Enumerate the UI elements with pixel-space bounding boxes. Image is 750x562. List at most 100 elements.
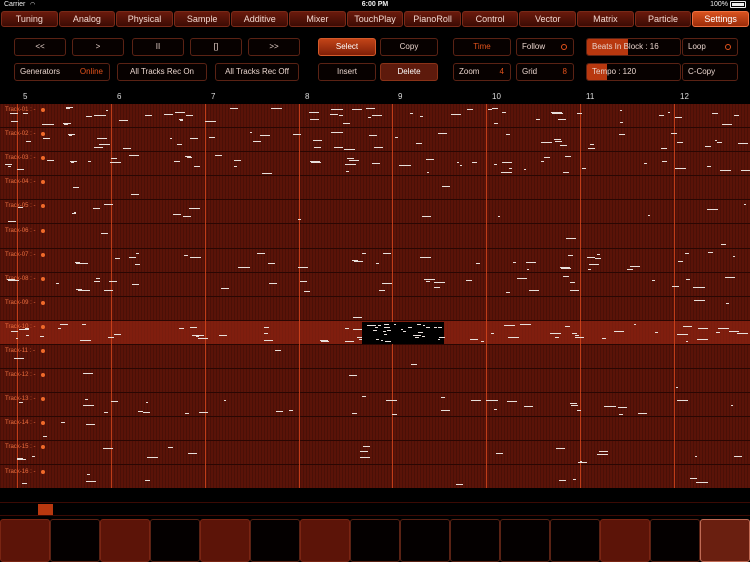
note[interactable]	[369, 135, 378, 137]
note[interactable]	[441, 409, 451, 411]
note[interactable]	[433, 327, 437, 329]
delete-button[interactable]: Delete	[380, 63, 438, 81]
note[interactable]	[276, 411, 284, 413]
note[interactable]	[338, 114, 344, 116]
note[interactable]	[13, 358, 24, 360]
note[interactable]	[694, 300, 705, 302]
note[interactable]	[494, 409, 498, 411]
note[interactable]	[523, 406, 533, 408]
note[interactable]	[582, 167, 587, 169]
note[interactable]	[274, 349, 281, 351]
note[interactable]	[223, 399, 226, 401]
note[interactable]	[371, 114, 383, 116]
note[interactable]	[260, 135, 270, 137]
note[interactable]	[47, 159, 54, 161]
note[interactable]	[205, 120, 216, 122]
note[interactable]	[423, 325, 426, 326]
note[interactable]	[73, 212, 76, 214]
note[interactable]	[501, 172, 512, 174]
note[interactable]	[189, 326, 197, 328]
track-row[interactable]: Track-15 : -	[0, 441, 750, 466]
note[interactable]	[523, 168, 527, 170]
track-row[interactable]: Track-08 : -	[0, 273, 750, 297]
note[interactable]	[566, 237, 577, 239]
note[interactable]	[94, 147, 103, 149]
note[interactable]	[589, 143, 595, 145]
note[interactable]	[198, 338, 208, 340]
c-copy-button[interactable]: C-Copy	[682, 63, 738, 81]
note[interactable]	[695, 481, 708, 483]
record-arm-icon[interactable]	[41, 373, 45, 378]
note[interactable]	[438, 133, 448, 135]
note[interactable]	[188, 452, 197, 454]
note[interactable]	[86, 481, 97, 483]
track-row[interactable]: Track-09 : -	[0, 297, 750, 321]
note[interactable]	[717, 328, 730, 330]
note[interactable]	[551, 113, 564, 115]
follow-toggle[interactable]: Follow	[516, 38, 574, 56]
record-arm-icon[interactable]	[41, 300, 45, 305]
note[interactable]	[143, 411, 151, 413]
note[interactable]	[619, 134, 625, 136]
bar-ruler[interactable]: 5 6 7 8 9 10 11 12	[0, 90, 750, 104]
note[interactable]	[465, 280, 473, 282]
note[interactable]	[42, 123, 54, 125]
record-arm-icon[interactable]	[41, 132, 45, 137]
note[interactable]	[361, 396, 366, 398]
note[interactable]	[689, 478, 698, 480]
note[interactable]	[736, 332, 749, 334]
note[interactable]	[362, 252, 366, 254]
tab-matrix[interactable]: Matrix	[577, 11, 634, 27]
track-row[interactable]: Track-02 : -	[0, 128, 750, 153]
note[interactable]	[422, 335, 425, 337]
note[interactable]	[132, 284, 139, 286]
note[interactable]	[194, 166, 201, 168]
note[interactable]	[572, 479, 577, 481]
note[interactable]	[249, 131, 253, 133]
note[interactable]	[471, 161, 477, 163]
note[interactable]	[705, 145, 712, 147]
note[interactable]	[122, 147, 132, 149]
note[interactable]	[367, 117, 372, 119]
note[interactable]	[321, 341, 329, 343]
pad-11[interactable]	[500, 519, 550, 562]
note[interactable]	[26, 140, 32, 142]
note[interactable]	[558, 118, 566, 120]
note[interactable]	[716, 142, 722, 144]
note[interactable]	[17, 169, 24, 171]
note[interactable]	[387, 330, 391, 332]
record-arm-icon[interactable]	[41, 204, 45, 209]
note[interactable]	[61, 422, 66, 424]
note[interactable]	[66, 108, 71, 110]
tab-mixer[interactable]: Mixer	[289, 11, 346, 27]
note[interactable]	[549, 332, 562, 334]
record-arm-icon[interactable]	[41, 324, 45, 329]
note[interactable]	[561, 267, 571, 269]
note[interactable]	[637, 412, 648, 414]
note[interactable]	[99, 144, 110, 146]
note[interactable]	[586, 256, 596, 258]
note[interactable]	[574, 337, 584, 339]
note[interactable]	[392, 413, 397, 415]
note[interactable]	[311, 162, 322, 164]
note[interactable]	[570, 404, 579, 406]
note[interactable]	[403, 330, 407, 332]
note[interactable]	[63, 123, 69, 125]
note[interactable]	[574, 335, 579, 337]
note[interactable]	[292, 134, 302, 136]
note[interactable]	[96, 277, 101, 279]
note[interactable]	[130, 193, 139, 195]
timeline-scrollbar[interactable]	[0, 502, 750, 516]
note[interactable]	[378, 324, 381, 326]
note[interactable]	[128, 256, 136, 258]
pad-12[interactable]	[550, 519, 600, 562]
note[interactable]	[741, 170, 750, 172]
note[interactable]	[694, 456, 697, 458]
track-row[interactable]: Track-12 : -	[0, 369, 750, 394]
note[interactable]	[567, 255, 574, 257]
all-tracks-rec-off-button[interactable]: All Tracks Rec Off	[215, 63, 299, 81]
note[interactable]	[219, 335, 227, 337]
note[interactable]	[174, 160, 181, 162]
note[interactable]	[103, 290, 113, 292]
note[interactable]	[106, 109, 109, 111]
